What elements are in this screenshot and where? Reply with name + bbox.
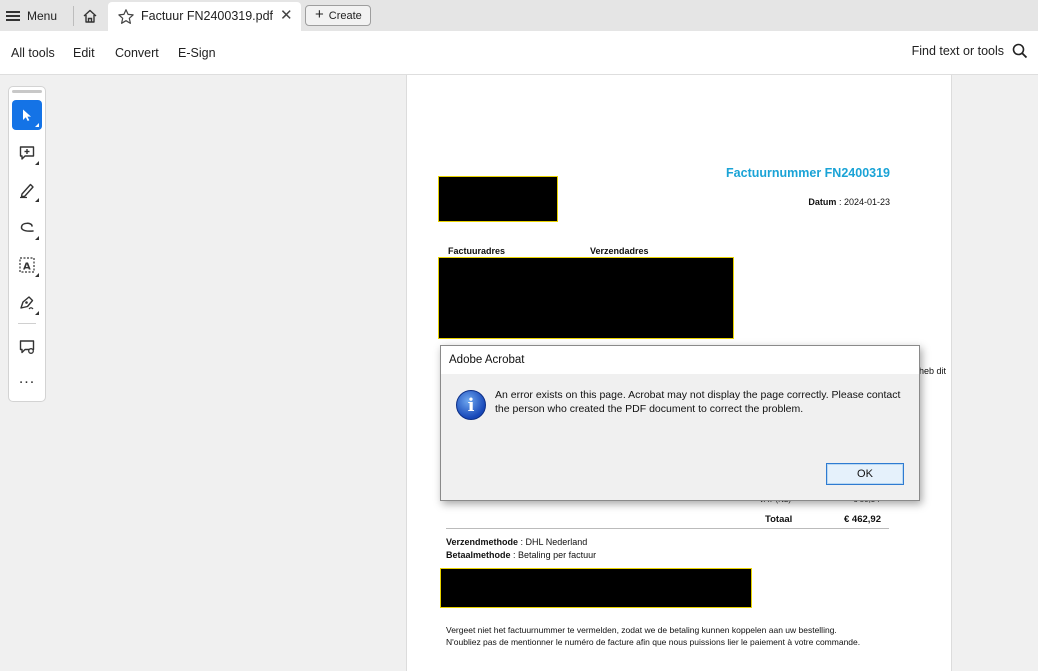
invoice-number: Factuurnummer FN2400319 [726,166,890,180]
svg-text:A: A [23,262,31,273]
billing-address-header: Factuuradres [448,246,506,256]
tab-bar: Menu Factuur FN2400319.pdf ✕ + Create [0,0,1038,31]
partial-text: heb dit [919,366,947,376]
close-tab-icon[interactable]: ✕ [280,8,293,24]
find-label: Find text or tools [911,44,1004,58]
footnote-french: N'oubliez pas de mentionner le numéro de… [446,637,861,647]
total-value: € 462,92 [844,514,881,525]
dialog-body: i An error exists on this page. Acrobat … [441,374,919,500]
menu-button[interactable]: Menu [6,5,57,27]
highlight-button[interactable] [12,175,42,205]
divider [446,528,889,529]
toolbar-all-tools[interactable]: All tools [11,46,55,60]
divider [73,6,74,26]
home-button[interactable] [80,5,100,27]
sign-button[interactable] [12,288,42,318]
invoice-date: Datum : 2024-01-23 [808,197,890,207]
create-label: Create [328,9,362,22]
ok-button[interactable]: OK [826,463,904,485]
document-tab[interactable]: Factuur FN2400319.pdf ✕ [108,2,301,31]
star-icon[interactable] [117,8,135,26]
more-icon: ... [18,370,36,387]
menu-label: Menu [27,9,58,23]
redacted-logo [438,176,558,222]
payment-method-value: : Betaling per factuur [513,550,597,560]
date-label: Datum [808,197,837,207]
tab-title: Factuur FN2400319.pdf [141,9,274,23]
add-comment-icon [19,146,35,160]
footnote-dutch: Vergeet niet het factuurnummer te vermel… [446,625,837,635]
toolbar-convert[interactable]: Convert [115,46,159,60]
draw-button[interactable] [12,213,42,243]
select-tool-button[interactable] [12,100,42,130]
draw-freehand-icon [20,222,34,232]
payment-method: Betaalmethode : Betaling per factuur [446,550,596,560]
search-icon [1012,43,1028,59]
main-toolbar: All tools Edit Convert E-Sign Find text … [0,31,1038,75]
total-label: Totaal [765,514,793,525]
comment-tool-button[interactable] [12,332,42,362]
find-text-or-tools[interactable]: Find text or tools [912,43,1028,59]
redacted-payment-details [440,568,752,608]
date-value: : 2024-01-23 [838,197,890,207]
add-comment-button[interactable] [12,138,42,168]
text-select-button[interactable]: A [12,250,42,280]
create-button[interactable]: + Create [305,5,371,26]
toolbar-esign[interactable]: E-Sign [178,46,216,60]
shipping-method-label: Verzendmethode [446,537,519,547]
toolbar-edit[interactable]: Edit [73,46,95,60]
shipping-address-header: Verzendadres [590,246,649,256]
plus-icon: + [315,6,324,23]
info-icon: i [456,390,486,420]
payment-method-label: Betaalmethode [446,550,511,560]
highlight-pen-icon [20,183,34,199]
error-dialog: Adobe Acrobat i An error exists on this … [440,345,920,501]
shipping-method-value: : DHL Nederland [520,537,588,547]
dialog-title: Adobe Acrobat [449,354,525,366]
shipping-method: Verzendmethode : DHL Nederland [446,537,587,547]
home-icon [83,9,97,23]
hamburger-icon [6,11,20,21]
comment-search-icon [19,340,35,354]
redacted-addresses [438,257,734,339]
select-cursor-icon [23,109,31,121]
more-tools-button[interactable]: ... [12,367,42,397]
panel-grip[interactable] [12,90,42,93]
divider [18,323,36,324]
dialog-message: An error exists on this page. Acrobat ma… [495,389,901,415]
sign-pen-icon [20,296,34,310]
quick-tools-panel: A ... [8,86,46,402]
dialog-title-bar[interactable]: Adobe Acrobat [441,346,919,374]
text-select-icon: A [19,257,35,273]
